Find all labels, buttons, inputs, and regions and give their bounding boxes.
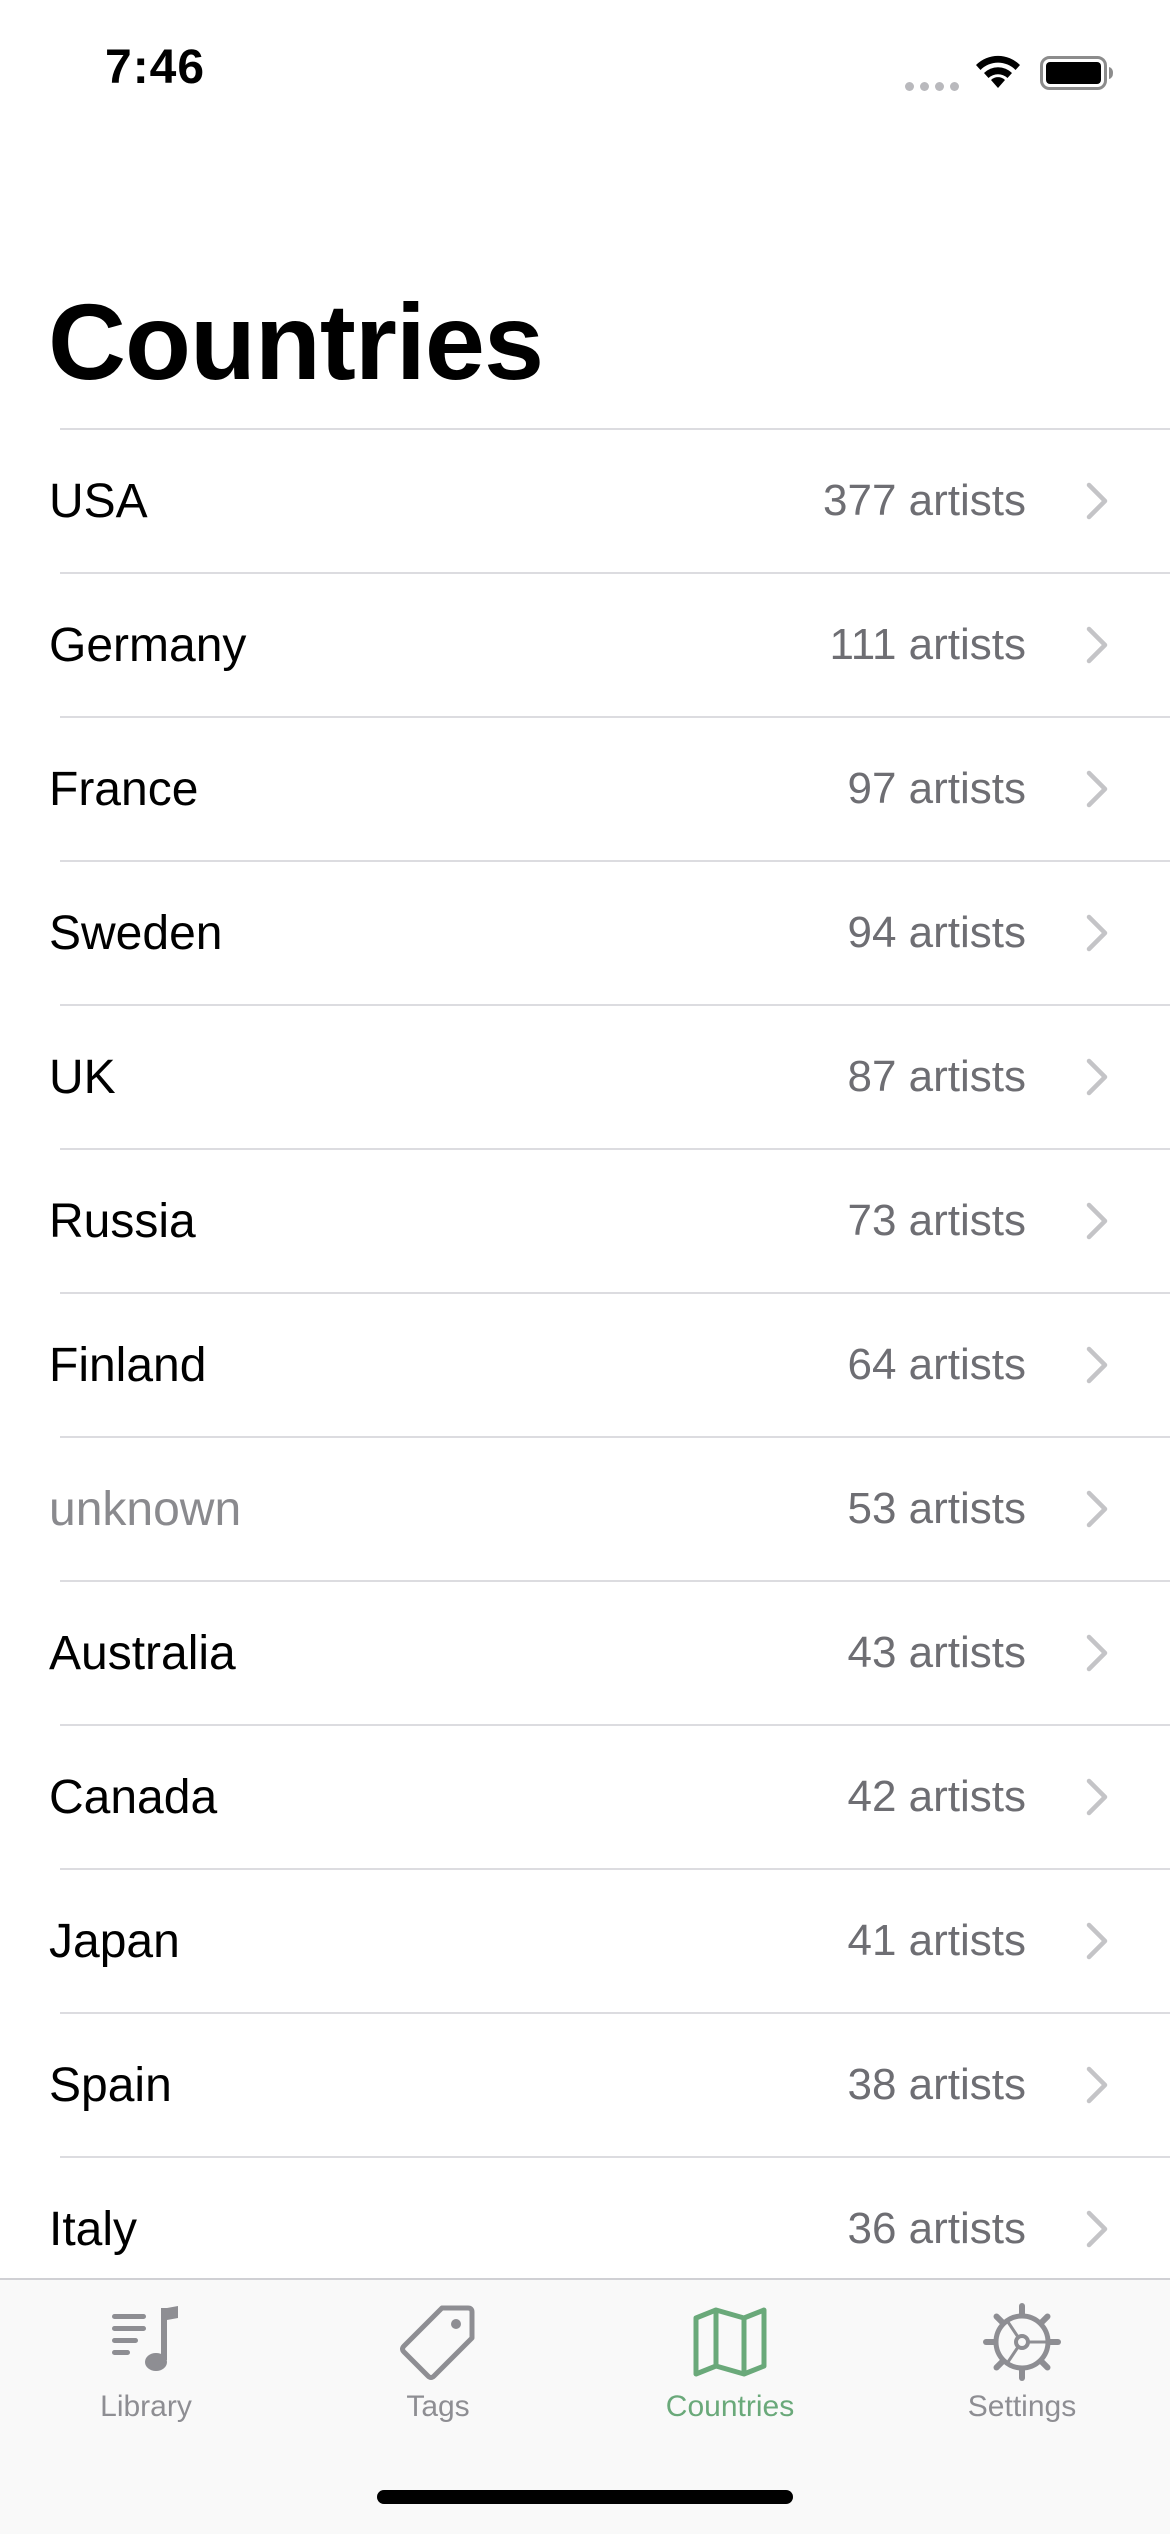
tag-icon [400, 2305, 475, 2380]
country-row[interactable]: Australia 43 artists [0, 1582, 1170, 1724]
chevron-right-icon [1086, 1634, 1108, 1672]
chevron-right-icon [1086, 914, 1108, 952]
country-name: France [49, 762, 199, 816]
artist-count: 87 artists [847, 1052, 1026, 1101]
country-name: Spain [49, 2058, 172, 2112]
artist-count: 111 artists [829, 620, 1026, 669]
country-name: Australia [49, 1626, 236, 1680]
chevron-right-icon [1086, 770, 1108, 808]
tab-library[interactable]: Library [0, 2302, 292, 2442]
country-row[interactable]: UK 87 artists [0, 1006, 1170, 1148]
tab-label: Settings [967, 2390, 1077, 2423]
chevron-right-icon [1086, 2066, 1108, 2104]
page-title: Countries [48, 281, 544, 402]
artist-count: 38 artists [847, 2060, 1026, 2109]
tab-tags[interactable]: Tags [292, 2302, 584, 2442]
country-row[interactable]: USA 377 artists [0, 430, 1170, 572]
tab-settings[interactable]: Settings [876, 2302, 1168, 2442]
artist-count: 97 artists [847, 764, 1026, 813]
country-name: Japan [49, 1914, 180, 1968]
chevron-right-icon [1086, 1346, 1108, 1384]
map-icon [693, 2307, 767, 2377]
artist-count: 41 artists [847, 1916, 1026, 1965]
country-name: USA [49, 474, 148, 528]
cellular-signal-icon [905, 82, 961, 92]
gear-icon [983, 2303, 1061, 2381]
battery-icon [1040, 56, 1113, 90]
artist-count: 53 artists [847, 1484, 1026, 1533]
chevron-right-icon [1086, 626, 1108, 664]
country-name: Canada [49, 1770, 218, 1824]
artist-count: 94 artists [847, 908, 1026, 957]
chevron-right-icon [1086, 1490, 1108, 1528]
country-name: unknown [49, 1482, 242, 1536]
artist-count: 43 artists [847, 1628, 1026, 1677]
artist-count: 377 artists [823, 476, 1026, 525]
country-name: Finland [49, 1338, 207, 1392]
country-row[interactable]: Japan 41 artists [0, 1870, 1170, 2012]
tab-label: Tags [406, 2390, 470, 2423]
country-row[interactable]: Canada 42 artists [0, 1726, 1170, 1868]
chevron-right-icon [1086, 1922, 1108, 1960]
chevron-right-icon [1086, 482, 1108, 520]
country-name: Sweden [49, 906, 223, 960]
country-row[interactable]: Sweden 94 artists [0, 862, 1170, 1004]
status-bar: 7:46 [0, 0, 1170, 150]
home-indicator[interactable] [377, 2490, 793, 2504]
country-name: Italy [49, 2202, 138, 2256]
country-row[interactable]: Russia 73 artists [0, 1150, 1170, 1292]
country-name: UK [49, 1050, 116, 1104]
country-row[interactable]: unknown 53 artists [0, 1438, 1170, 1580]
country-list: USA 377 artists Germany 111 artists France 97… [0, 428, 1170, 2300]
country-row[interactable]: Germany 111 artists [0, 574, 1170, 716]
country-name: Russia [49, 1194, 196, 1248]
tab-label: Library [100, 2390, 192, 2423]
chevron-right-icon [1086, 1778, 1108, 1816]
chevron-right-icon [1086, 1202, 1108, 1240]
tab-label: Countries [665, 2390, 795, 2423]
chevron-right-icon [1086, 1058, 1108, 1096]
wifi-icon [976, 55, 1020, 88]
music-library-icon [112, 2306, 178, 2371]
tab-countries[interactable]: Countries [584, 2302, 876, 2442]
artist-count: 73 artists [847, 1196, 1026, 1245]
status-time: 7:46 [105, 41, 206, 94]
country-row[interactable]: Spain 38 artists [0, 2014, 1170, 2156]
country-row[interactable]: France 97 artists [0, 718, 1170, 860]
country-name: Germany [49, 618, 247, 672]
chevron-right-icon [1086, 2210, 1108, 2248]
country-row[interactable]: Finland 64 artists [0, 1294, 1170, 1436]
artist-count: 64 artists [847, 1340, 1026, 1389]
artist-count: 42 artists [847, 1772, 1026, 1821]
artist-count: 36 artists [847, 2204, 1026, 2253]
